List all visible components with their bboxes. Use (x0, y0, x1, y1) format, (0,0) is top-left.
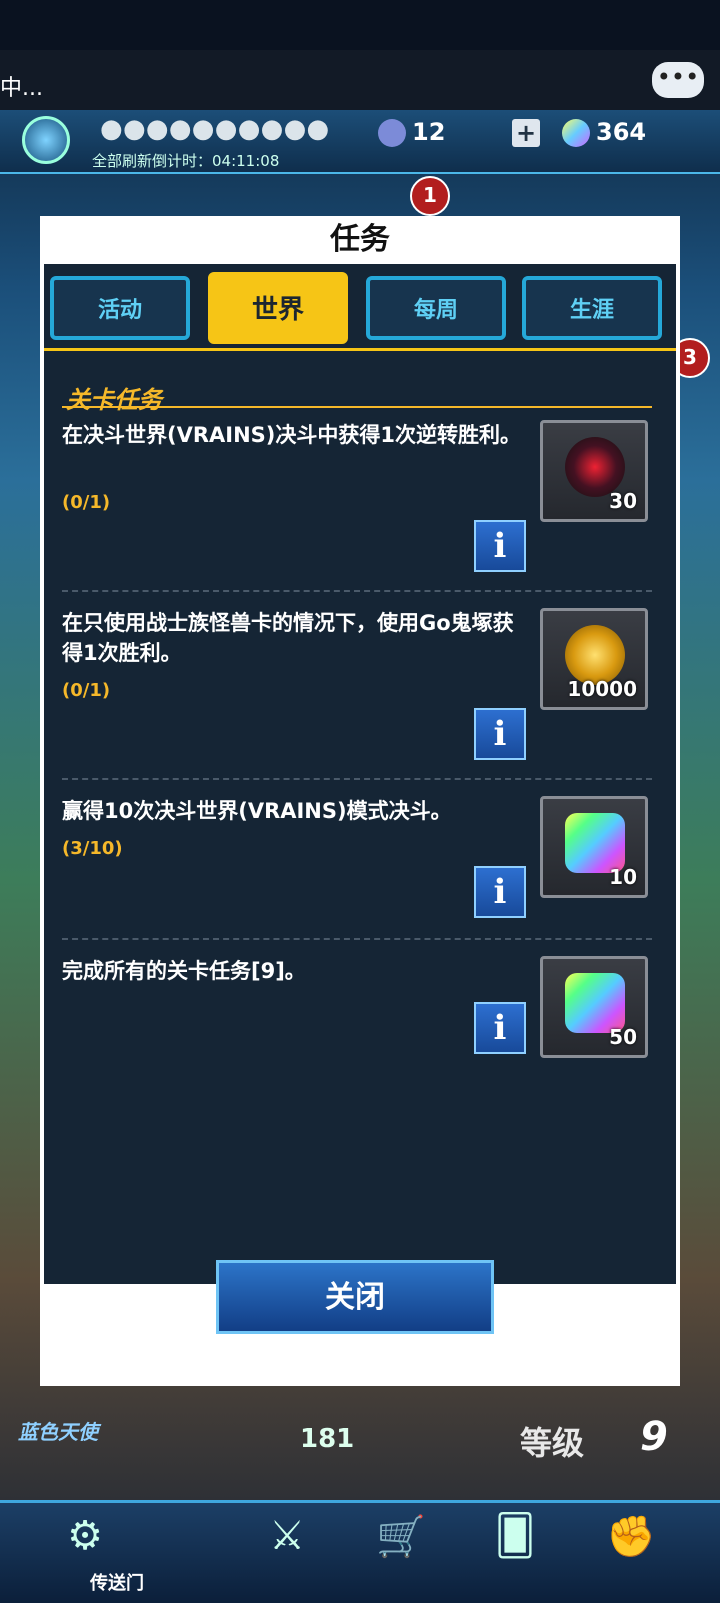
gem-icon (565, 973, 625, 1033)
cart-icon: 🛒 (376, 1514, 426, 1560)
chat-button[interactable]: ••• (652, 62, 704, 98)
player-slots-icons: ● ● ● ● ● ● ● ● ● ● (100, 114, 329, 144)
nav-gate-label: 传送门 (90, 1573, 144, 1594)
mission-description: 赢得10次决斗世界(VRAINS)模式决斗。 (62, 799, 452, 823)
tab-world[interactable]: 世界 (208, 272, 348, 344)
tab-underline (44, 348, 676, 351)
plus-icon: + (512, 119, 540, 147)
points-value: 181 (300, 1424, 355, 1454)
swords-icon: ⚔ (269, 1513, 305, 1559)
gem-value: 364 (596, 118, 647, 146)
status-strip (0, 50, 720, 110)
reward-quantity: 10 (609, 865, 637, 889)
mission-description: 在只使用战士族怪兽卡的情况下，使用Go鬼塚获得1次胜利。 (62, 611, 514, 665)
reward-box[interactable]: 10 (540, 796, 648, 898)
world-globe-icon[interactable] (22, 116, 70, 164)
nav-social[interactable]: ✊ (576, 1513, 686, 1593)
level-value: 9 (640, 1414, 668, 1460)
reward-box[interactable]: 10000 (540, 608, 648, 710)
gem-icon (562, 119, 590, 147)
gate-icon: ⚙ (67, 1513, 103, 1559)
info-button[interactable]: i (474, 708, 526, 760)
stamina-value: 12 (412, 118, 446, 146)
reward-quantity: 30 (609, 489, 637, 513)
add-gem-button[interactable]: + (512, 118, 546, 147)
top-bar: ● ● ● ● ● ● ● ● ● ● 全部刷新倒计时：04:11:08 12 … (0, 110, 720, 174)
game-logo: 蓝色天使 (18, 1420, 98, 1444)
tab-activity[interactable]: 活动 (50, 276, 190, 340)
mission-panel: 活动 世界 每周 生涯 关卡任务 在决斗世界(VRAINS)决斗中获得1次逆转胜… (44, 264, 676, 1284)
gem-counter: 364 (562, 118, 646, 147)
reward-box[interactable]: 30 (540, 420, 648, 522)
info-button[interactable]: i (474, 520, 526, 572)
stamina-counter: 12 (378, 118, 445, 147)
status-text: 中... (0, 76, 43, 101)
mission-dialog: 任务 活动 世界 每周 生涯 关卡任务 在决斗世界(VRAINS)决斗中获得1次… (40, 216, 680, 1386)
fist-icon: ✊ (606, 1514, 656, 1560)
orb-icon (378, 119, 406, 147)
mission-description: 在决斗世界(VRAINS)决斗中获得1次逆转胜利。 (62, 423, 521, 447)
level-label: 等级 (520, 1424, 585, 1462)
section-rule (62, 406, 652, 408)
trap-card-orb-icon (565, 437, 625, 497)
tab-weekly[interactable]: 每周 (366, 276, 506, 340)
bottom-nav: ⚙ 传送门 ⚔ 🛒 🂠 ✊ (0, 1500, 720, 1603)
info-button[interactable]: i (474, 866, 526, 918)
divider (62, 778, 652, 780)
dialog-title: 任务 (330, 222, 390, 257)
bottom-info-bar: 蓝色天使 181 等级 9 (0, 1410, 720, 1470)
section-title: 关卡任务 (66, 386, 162, 414)
close-button[interactable]: 关闭 (216, 1260, 494, 1334)
notification-badge: 1 (410, 176, 450, 216)
nav-duel[interactable]: ⚔ (232, 1513, 342, 1593)
mission-progress: (0/1) (62, 492, 111, 513)
mission-progress: (0/1) (62, 680, 111, 701)
nav-shop[interactable]: 🛒 (346, 1513, 456, 1593)
gold-coins-icon (565, 625, 625, 685)
nav-cards[interactable]: 🂠 (460, 1513, 570, 1593)
gem-icon (565, 813, 625, 873)
info-button[interactable]: i (474, 1002, 526, 1054)
mission-description: 完成所有的关卡任务[9]。 (62, 959, 306, 983)
mission-progress: (3/10) (62, 838, 123, 859)
tab-bar: 活动 世界 每周 生涯 (50, 272, 670, 348)
divider (62, 590, 652, 592)
reward-box[interactable]: 50 (540, 956, 648, 1058)
dialog-header: 任务 (40, 216, 680, 266)
chat-bubble-icon: ••• (656, 63, 700, 91)
cards-icon: 🂠 (494, 1513, 536, 1559)
refresh-countdown: 全部刷新倒计时：04:11:08 (92, 152, 280, 170)
reward-quantity: 50 (609, 1025, 637, 1049)
tab-career[interactable]: 生涯 (522, 276, 662, 340)
divider (62, 938, 652, 940)
reward-quantity: 10000 (567, 677, 637, 701)
